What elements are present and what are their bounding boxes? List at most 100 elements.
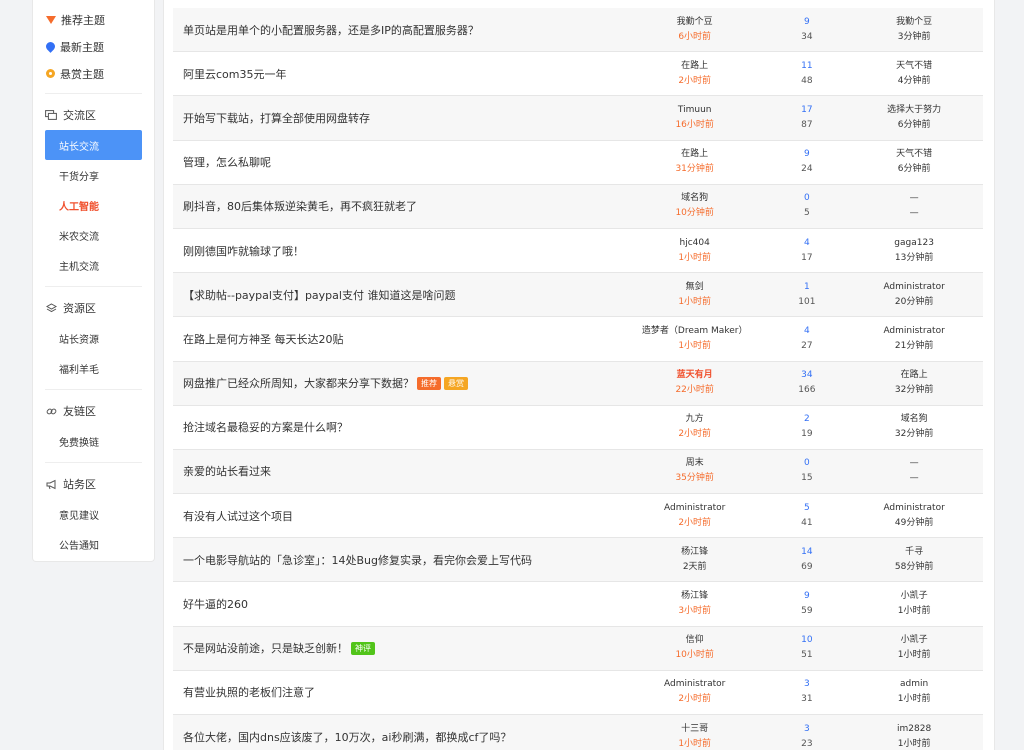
author-name-link[interactable]: Administrator [621,677,769,692]
thread-title-link[interactable]: 不是网站没前途，只是缺乏创新！ [183,640,348,656]
sidebar-item-feedback[interactable]: 意见建议 [33,499,154,529]
last-reply-user-link[interactable]: 天气不错 [845,147,983,162]
last-reply-user-link[interactable]: 在路上 [845,368,983,383]
sidebar-item-announcements[interactable]: 公告通知 [33,529,154,559]
thread-row[interactable]: 管理，怎么私聊呢 在路上 31分钟前 9 24 天气不错 6分钟前 [173,141,983,185]
last-reply-user-link[interactable]: 小凯子 [845,633,983,648]
thread-row[interactable]: 开始写下载站，打算全部使用网盘转存 Timuun 16小时前 17 87 选择大于努力 6分… [173,96,983,141]
sidebar-item-tips[interactable]: 干货分享 [33,160,154,190]
thread-title-link[interactable]: 抢注域名最稳妥的方案是什么啊？ [183,419,348,435]
reply-count: 5 [803,502,810,513]
sidebar-item-webmaster[interactable]: 站长交流 [45,130,142,160]
thread-title-cell: 【求助帖--paypal支付】paypal支付 谁知道这是啥问题 [173,287,621,303]
last-reply-user-link[interactable]: — [845,191,983,206]
thread-row[interactable]: 不是网站没前途，只是缺乏创新！ 神评 信仰 10小时前 10 51 小凯子 1小时前 [173,626,983,671]
thread-row[interactable]: 有营业执照的老板们注意了 Administrator 2小时前 3 31 admin 1小时… [173,671,983,715]
author-name-link[interactable]: 杨江锋 [621,589,769,604]
section-resources[interactable]: 资源区 [33,293,154,323]
sidebar-item-hosting[interactable]: 主机交流 [33,250,154,280]
last-reply-user-link[interactable]: Administrator [845,280,983,295]
author-name-link[interactable]: 在路上 [621,59,769,74]
sidebar-item-ai[interactable]: 人工智能 [33,190,154,220]
last-reply-user-link[interactable]: gaga123 [845,236,983,251]
section-exchange[interactable]: 交流区 [33,100,154,130]
sidebar-item-recommended[interactable]: 推荐主题 [33,6,154,33]
last-reply-time: 20分钟前 [894,296,934,307]
author-name-link[interactable]: 造梦者（Dream Maker） [621,324,769,339]
thread-stats-cell: 9 24 [768,147,845,177]
divider [45,93,142,94]
thread-title-link[interactable]: 网盘推广已经众所周知，大家都来分享下数据？ [183,375,414,391]
author-name-link[interactable]: 杨江锋 [621,545,769,560]
last-reply-time: 3分钟前 [897,31,931,42]
thread-title-link[interactable]: 一个电影导航站的「急诊室」：14处Bug修复实录，看完你会爱上写代码 [183,552,532,568]
thread-row[interactable]: 亲爱的站长看过来 周末 35分钟前 0 15— — [173,449,983,495]
thread-title-link[interactable]: 开始写下载站，打算全部使用网盘转存 [183,110,370,126]
thread-title-link[interactable]: 刚刚德国咋就输球了哦！ [183,243,304,259]
sidebar-item-bounty[interactable]: 悬赏主题 [33,60,154,87]
thread-row[interactable]: 网盘推广已经众所周知，大家都来分享下数据？ 推荐 悬赏 蓝天有月 22小时前 34 166 在… [173,361,983,406]
section-site-affairs[interactable]: 站务区 [33,469,154,499]
thread-row[interactable]: 单页站是用单个的小配置服务器，还是多IP的高配置服务器？ 我勤个豆 6小时前 9 34 我… [173,8,983,53]
last-reply-user-link[interactable]: Administrator [845,324,983,339]
author-name-link[interactable]: hjc404 [621,236,769,251]
thread-row[interactable]: 各位大佬，国内dns应该废了，10万次，ai秒刷满，都换成cf了吗？ 十三哥 1小时… [173,715,983,750]
sidebar-item-latest[interactable]: 最新主题 [33,33,154,60]
author-name-link[interactable]: 周末 [621,456,769,471]
thread-title-link[interactable]: 在路上是何方神圣 每天长达20贴 [183,331,344,347]
thread-row[interactable]: 一个电影导航站的「急诊室」：14处Bug修复实录，看完你会爱上写代码 杨江锋 2天前… [173,538,983,583]
last-reply-user-link[interactable]: admin [845,677,983,692]
last-reply-user-link[interactable]: 域名狗 [845,412,983,427]
thread-row[interactable]: 有没有人试过这个项目 Administrator 2小时前 5 41 Administra… [173,494,983,539]
thread-stats-cell: 9 59 [768,589,845,619]
thread-title-link[interactable]: 单页站是用单个的小配置服务器，还是多IP的高配置服务器？ [183,22,479,38]
author-name-link[interactable]: Timuun [621,103,769,118]
thread-row[interactable]: 阿里云com35元一年 在路上 2小时前 11 48 天气不错 4分钟前 [173,52,983,97]
last-reply-user-link[interactable]: Administrator [845,501,983,516]
author-name-link[interactable]: 九方 [621,412,769,427]
last-reply-user-link[interactable]: 我勤个豆 [845,15,983,30]
thread-title-link[interactable]: 有没有人试过这个项目 [183,508,293,524]
thread-title-link[interactable]: 刷抖音，80后集体叛逆染黄毛，再不疯狂就老了 [183,198,417,214]
last-reply-user-link[interactable]: 天气不错 [845,59,983,74]
view-count: 34 [801,31,813,42]
post-time: 2小时前 [678,75,712,86]
sidebar-item-link-exchange[interactable]: 免费换链 [33,426,154,456]
thread-row[interactable]: 刷抖音，80后集体叛逆染黄毛，再不疯狂就老了 域名狗 10分钟前 0 5— — [173,184,983,229]
post-time: 2小时前 [678,517,712,528]
thread-title-link[interactable]: 有营业执照的老板们注意了 [183,684,315,700]
thread-title-link[interactable]: 各位大佬，国内dns应该废了，10万次，ai秒刷满，都换成cf了吗？ [183,729,511,745]
post-time: 1小时前 [678,738,712,749]
section-links[interactable]: 友链区 [33,396,154,426]
thread-row[interactable]: 刚刚德国咋就输球了哦！ hjc404 1小时前 4 17 gaga123 13分钟前 [173,229,983,274]
thread-row[interactable]: 抢注域名最稳妥的方案是什么啊？ 九方 2小时前 2 19 域名狗 32分钟前 [173,406,983,450]
thread-title-link[interactable]: 亲爱的站长看过来 [183,463,271,479]
author-name-link[interactable]: 我勤个豆 [621,15,769,30]
author-name-link[interactable]: Administrator [621,501,769,516]
sidebar-item-domain[interactable]: 米农交流 [33,220,154,250]
last-reply-user-link[interactable]: 千寻 [845,545,983,560]
author-name-link[interactable]: 蓝天有月 [621,368,769,383]
sidebar-item-deals[interactable]: 福利羊毛 [33,353,154,383]
sidebar-item-resources[interactable]: 站长资源 [33,323,154,353]
thread-title-link[interactable]: 【求助帖--paypal支付】paypal支付 谁知道这是啥问题 [183,287,455,303]
reply-count: 0 [803,458,810,469]
thread-row[interactable]: 【求助帖--paypal支付】paypal支付 谁知道这是啥问题 無剑 1小时前 1 1… [173,273,983,318]
last-reply-user-link[interactable]: — [845,456,983,471]
thread-row[interactable]: 在路上是何方神圣 每天长达20贴 造梦者（Dream Maker） 1小时前 4 27 A… [173,317,983,362]
last-reply-user-link[interactable]: 小凯子 [845,589,983,604]
author-name-link[interactable]: 信仰 [621,633,769,648]
author-name-link[interactable]: 域名狗 [621,191,769,206]
thread-author-cell: 杨江锋 3小时前 [621,589,769,619]
author-name-link[interactable]: 無剑 [621,280,769,295]
thread-title-link[interactable]: 阿里云com35元一年 [183,66,287,82]
thread-title-link[interactable]: 管理，怎么私聊呢 [183,154,271,170]
last-reply-user-link[interactable]: 选择大于努力 [845,103,983,118]
last-reply-user-link[interactable]: im2828 [845,722,983,737]
thread-title-link[interactable]: 好牛逼的260 [183,596,248,612]
thread-row[interactable]: 好牛逼的260 杨江锋 3小时前 9 59 小凯子 1小时前 [173,582,983,627]
author-name-link[interactable]: 在路上 [621,147,769,162]
thread-tag-badge: 推荐 [417,376,441,390]
reply-count: 10 [801,635,813,646]
author-name-link[interactable]: 十三哥 [621,722,769,737]
